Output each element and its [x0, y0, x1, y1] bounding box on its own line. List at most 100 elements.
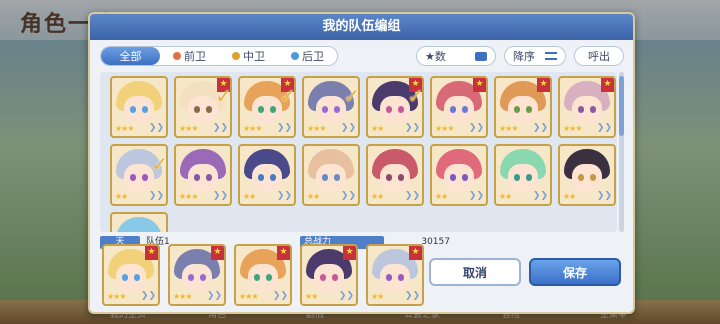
rank-arrow-icon: ❯❯ — [532, 123, 548, 133]
roster-character-card[interactable]: ★★❯❯ — [302, 144, 360, 206]
portrait-eye — [142, 106, 148, 113]
portrait-eye — [462, 174, 468, 181]
rank-arrow-icon: ❯❯ — [340, 123, 356, 133]
roster-character-card[interactable]: ★★★ ❯❯ ★ — [558, 76, 616, 138]
portrait-eye — [130, 106, 136, 113]
portrait-eye — [462, 106, 468, 113]
roster-scrollbar[interactable] — [619, 72, 624, 232]
tab-back[interactable]: 后卫 — [278, 47, 337, 65]
roster-character-card[interactable]: ★★★ ❯❯ ★ ✓ — [238, 76, 296, 138]
selected-check-icon: ✓ — [151, 152, 168, 176]
rank-arrow-icon: ❯❯ — [404, 191, 420, 201]
roster-character-card[interactable]: ★★ ❯❯ ★ ✓ — [366, 76, 424, 138]
team-slot-card[interactable]: ★★★ ❯❯ ★ — [234, 244, 292, 306]
rank-arrow-icon: ❯❯ — [532, 191, 548, 201]
rank-arrow-icon: ❯❯ — [212, 191, 228, 201]
portrait-eye — [590, 174, 596, 181]
save-button[interactable]: 保存 — [529, 258, 621, 286]
portrait-face — [182, 264, 212, 292]
portrait-eye — [398, 174, 404, 181]
roster-character-card[interactable]: ★★ ❯❯ ✓ — [110, 144, 168, 206]
roster-character-card[interactable]: ★★★ ❯❯ — [174, 144, 232, 206]
roster-character-card[interactable]: ★★❯❯ — [238, 144, 296, 206]
call-button[interactable]: 呼出 — [574, 46, 624, 66]
rank-arrow-icon: ❯❯ — [148, 123, 164, 133]
cancel-button[interactable]: 取消 — [429, 258, 521, 286]
portrait-eye — [320, 274, 326, 281]
portrait-eye — [188, 274, 194, 281]
roster-character-card[interactable]: ★★❯❯ — [430, 144, 488, 206]
scroll-thumb[interactable] — [619, 76, 624, 136]
rank-arrow-icon: ❯❯ — [276, 191, 292, 201]
star-rating: ★★★ — [243, 124, 262, 133]
character-portrait — [112, 214, 166, 232]
rank-arrow-icon: ❯❯ — [468, 123, 484, 133]
star-rating: ★★★ — [499, 124, 518, 133]
rank-arrow-icon: ❯❯ — [276, 123, 292, 133]
tab-middle[interactable]: 中卫 — [219, 47, 278, 65]
roster-character-card[interactable]: ★★★ ❯❯ ✓ — [302, 76, 360, 138]
portrait-face — [314, 264, 344, 292]
team-edit-dialog: 我的队伍编组 全部 前卫 中卫 后卫 ★数 降序 呼出 ★★★ ❯❯ ★★★ ❯❯ ★ ✓… — [88, 12, 635, 314]
star-rating: ★★★ — [179, 192, 198, 201]
portrait-face — [116, 264, 146, 292]
roster-character-card[interactable]: ★★★ ❯❯ ★ ✓ — [174, 76, 232, 138]
rank-flag-icon: ★ — [537, 78, 550, 92]
portrait-face — [380, 164, 410, 192]
middle-icon — [232, 52, 240, 60]
roster-character-card[interactable]: ★★❯❯ — [494, 144, 552, 206]
portrait-eye — [254, 274, 260, 281]
portrait-face — [316, 164, 346, 192]
tab-label: 前卫 — [184, 50, 206, 63]
tab-all[interactable]: 全部 — [101, 47, 160, 65]
sort-button[interactable]: 降序 — [504, 46, 566, 66]
portrait-face — [508, 164, 538, 192]
star-rating: ★★★ — [239, 292, 258, 301]
portrait-face — [444, 96, 474, 124]
portrait-face — [316, 96, 346, 124]
portrait-eye — [398, 106, 404, 113]
portrait-eye — [578, 106, 584, 113]
portrait-eye — [578, 174, 584, 181]
portrait-eye — [270, 106, 276, 113]
toolbar: 全部 前卫 中卫 后卫 ★数 降序 呼出 — [100, 44, 625, 68]
portrait-face — [124, 164, 154, 192]
team-slot-card[interactable]: ★★★ ❯❯ ★ — [102, 244, 160, 306]
portrait-eye — [450, 106, 456, 113]
roster-character-card[interactable]: ★★★ ❯❯ — [110, 76, 168, 138]
roster-character-card[interactable]: ★★❯❯ — [366, 144, 424, 206]
tab-label: 中卫 — [243, 50, 265, 63]
star-rating: ★★★ — [107, 292, 126, 301]
portrait-eye — [194, 106, 200, 113]
portrait-eye — [130, 174, 136, 181]
character-roster-grid: ★★★ ❯❯ ★★★ ❯❯ ★ ✓ ★★★ ❯❯ ★ ✓ ★★★ ❯❯ ✓ ★★ ❯❯ ★ ✓ ★★★ ❯❯ ★ ★★★… — [100, 72, 617, 232]
team-slot-card[interactable]: ★★ ❯❯ ★ — [366, 244, 424, 306]
portrait-eye — [334, 106, 340, 113]
rank-flag-icon: ★ — [145, 246, 158, 260]
portrait-eye — [122, 274, 128, 281]
star-rating: ★★★ — [563, 124, 582, 133]
roster-character-card[interactable]: ★★❯❯ — [110, 212, 168, 232]
rank-arrow-icon: ❯❯ — [404, 123, 420, 133]
portrait-face — [252, 164, 282, 192]
portrait-eye — [526, 174, 532, 181]
roster-character-card[interactable]: ★★★ ❯❯ ★ — [494, 76, 552, 138]
portrait-eye — [334, 174, 340, 181]
filter-icon — [475, 51, 487, 61]
portrait-eye — [590, 106, 596, 113]
tab-front[interactable]: 前卫 — [160, 47, 219, 65]
portrait-face — [380, 96, 410, 124]
portrait-eye — [514, 174, 520, 181]
rank-flag-icon: ★ — [277, 246, 290, 260]
portrait-eye — [266, 274, 272, 281]
star-rating: ★★★ — [307, 124, 326, 133]
rank-flag-icon: ★ — [409, 246, 422, 260]
team-slot-card[interactable]: ★★ ❯❯ ★ — [300, 244, 358, 306]
star-filter-button[interactable]: ★数 — [416, 46, 496, 66]
portrait-eye — [134, 274, 140, 281]
roster-character-card[interactable]: ★★❯❯ — [558, 144, 616, 206]
roster-character-card[interactable]: ★★★ ❯❯ ★ — [430, 76, 488, 138]
team-slot-card[interactable]: ★★★ ❯❯ ★ — [168, 244, 226, 306]
star-rating: ★★★ — [173, 292, 192, 301]
portrait-hair — [116, 217, 162, 232]
